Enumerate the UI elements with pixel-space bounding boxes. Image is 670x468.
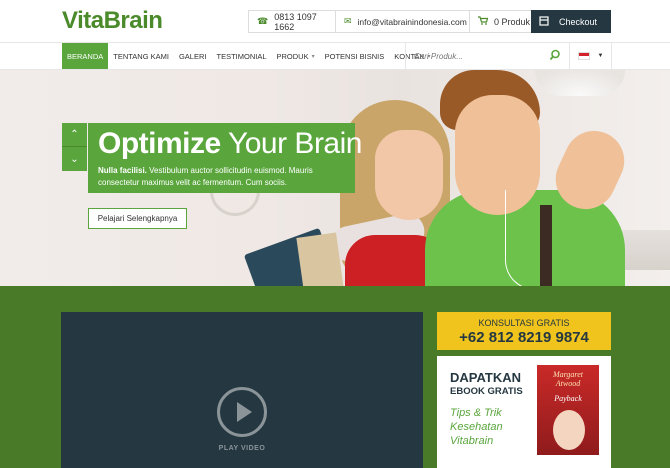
hero-photo-book-2	[296, 232, 344, 286]
main-nav: BERANDA TENTANG KAMI GALERI TESTIMONIAL …	[0, 42, 670, 70]
play-video-label: PLAY VIDEO	[218, 445, 266, 452]
search-box	[405, 43, 570, 69]
nav-item-label: PRODUK	[276, 51, 309, 61]
learn-more-button[interactable]: Pelajari Selengkapnya	[88, 208, 187, 229]
nav-item-galeri[interactable]: GALERI	[174, 43, 212, 69]
envelope-icon: ✉	[344, 16, 352, 26]
hero-caption: Optimize Your Brain Nulla facilisi. Vest…	[88, 123, 362, 193]
search-input[interactable]	[414, 49, 544, 63]
email-address: info@vitabrainindonesia.com	[357, 16, 467, 27]
hero-background-clock	[210, 190, 260, 216]
ebook-cover-illustration	[553, 410, 585, 450]
hero-background-lamp	[535, 70, 625, 96]
logo[interactable]: VitaBrain	[62, 7, 163, 35]
nav-item-potensi-bisnis[interactable]: POTENSI BISNIS	[320, 43, 390, 69]
slider-next-button[interactable]: ⌄	[62, 147, 87, 171]
header: VitaBrain ☎ 0813 1097 1662 ✉ info@vitabr…	[0, 0, 670, 42]
checkout-button[interactable]: Checkout	[531, 10, 611, 33]
phone-icon: ☎	[257, 16, 269, 26]
chevron-down-icon: ▼	[597, 53, 604, 59]
nav-items: BERANDA TENTANG KAMI GALERI TESTIMONIAL …	[62, 43, 436, 69]
topbar: ☎ 0813 1097 1662 ✉ info@vitabrainindones…	[248, 10, 533, 33]
ebook-cover-author-last: Atwood	[555, 379, 581, 388]
nav-item-label: TENTANG KAMI	[113, 51, 169, 61]
nav-item-testimonial[interactable]: TESTIMONIAL	[211, 43, 271, 69]
cart-label: Produk	[501, 16, 531, 27]
email-contact[interactable]: ✉ info@vitabrainindonesia.com	[336, 11, 470, 32]
nav-item-label: TESTIMONIAL	[216, 51, 267, 61]
language-selector[interactable]: ▼	[570, 43, 612, 69]
slider-prev-button[interactable]: ⌃	[62, 123, 87, 147]
nav-item-produk[interactable]: PRODUK ▾	[272, 43, 320, 69]
slider-arrows: ⌃ ⌄	[62, 123, 87, 171]
hero-text-bold: Nulla facilisi.	[98, 166, 147, 175]
nav-item-label: POTENSI BISNIS	[324, 51, 385, 61]
phone-contact[interactable]: ☎ 0813 1097 1662	[249, 11, 336, 32]
play-icon	[237, 402, 252, 422]
consultation-phone: +62 812 8219 9874	[459, 329, 589, 346]
ebook-subheading: EBOOK GRATIS	[450, 386, 523, 397]
page: VitaBrain ☎ 0813 1097 1662 ✉ info@vitabr…	[0, 0, 670, 468]
hero-title-bold: Optimize	[98, 127, 221, 160]
ebook-cover-author-first: Margaret	[552, 370, 584, 379]
hero-photo-girl-face	[375, 130, 443, 220]
chevron-up-icon: ⌃	[70, 129, 79, 140]
chevron-down-icon: ▾	[311, 53, 315, 60]
consultation-title: KONSULTASI GRATIS	[478, 318, 570, 328]
nav-item-label: BERANDA	[67, 51, 104, 61]
nav-item-tentang-kami[interactable]: TENTANG KAMI	[108, 43, 174, 69]
checkout-icon	[539, 15, 549, 28]
phone-number: 0813 1097 1662	[274, 11, 317, 32]
free-ebook-box[interactable]: DAPATKAN EBOOK GRATIS Tips & Trik Keseha…	[437, 356, 611, 468]
checkout-label: Checkout	[559, 16, 598, 27]
cart-count: 0	[494, 16, 500, 27]
cart-button[interactable]: 0 Produk	[470, 11, 532, 32]
consultation-box[interactable]: KONSULTASI GRATIS +62 812 8219 9874	[437, 312, 611, 350]
ebook-cover: Margaret Atwood Payback	[537, 365, 599, 455]
hero-title-rest: Your Brain	[227, 127, 362, 160]
indonesia-flag-icon	[577, 52, 590, 60]
hero-title: Optimize Your Brain	[98, 127, 362, 161]
nav-item-label: GALERI	[178, 51, 207, 61]
ebook-tips: Tips & Trik Kesehatan Vitabrain	[450, 407, 503, 447]
chevron-down-icon: ⌄	[70, 153, 79, 165]
cart-icon	[478, 16, 489, 27]
hero-photo-earphone-cable	[505, 190, 545, 286]
ebook-heading: DAPATKAN	[450, 370, 522, 385]
ebook-cover-title: Payback	[554, 394, 582, 403]
hero-text: Nulla facilisi. Vestibulum auctor sollic…	[98, 165, 343, 189]
nav-item-beranda[interactable]: BERANDA	[62, 43, 109, 69]
search-icon[interactable]	[549, 49, 561, 61]
